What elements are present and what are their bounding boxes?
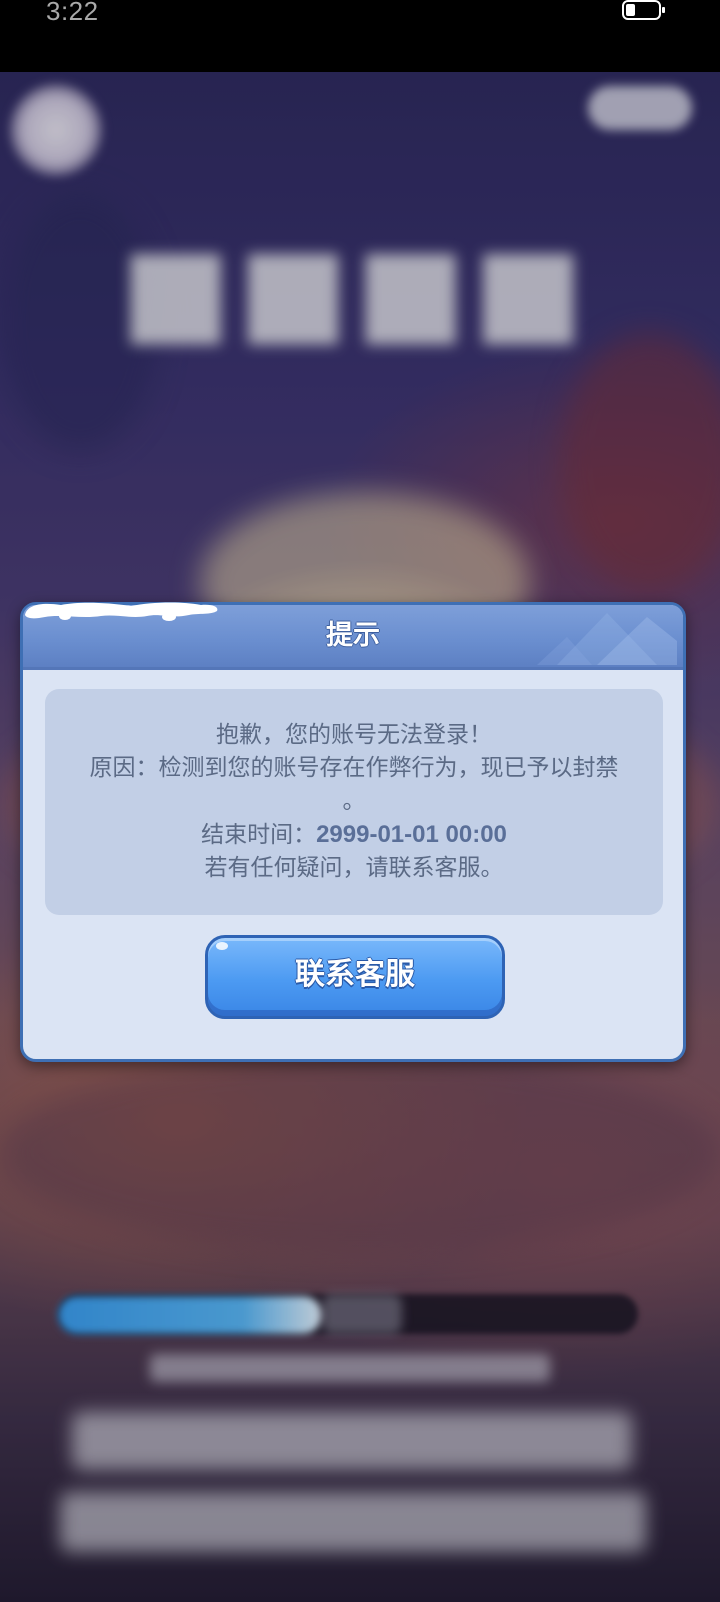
end-time-value: 2999-01-01 00:00 <box>316 821 507 848</box>
message-text: 抱歉，您的账号无法登录！ 原因：检测到您的账号存在作弊行为，现已予以封禁 。 结… <box>45 719 663 885</box>
end-time-label: 结束时间： <box>201 822 317 848</box>
reason-text-end: 。 <box>342 788 366 814</box>
reason-line: 原因：检测到您的账号存在作弊行为，现已予以封禁 。 <box>45 752 663 818</box>
screen: 3:22 ■■■■ 提示 抱歉，您的账号无法登录！ 原因：检测到您的账号存在作弊… <box>0 0 720 1602</box>
apology-line: 抱歉，您的账号无法登录！ <box>216 722 492 748</box>
status-bar: 3:22 <box>0 0 720 72</box>
reason-text: 原因：检测到您的账号存在作弊行为，现已予以封禁 <box>89 755 619 781</box>
message-box: 抱歉，您的账号无法登录！ 原因：检测到您的账号存在作弊行为，现已予以封禁 。 结… <box>45 689 663 915</box>
contact-hint-line: 若有任何疑问，请联系客服。 <box>204 855 504 881</box>
status-time: 3:22 <box>46 0 99 26</box>
battery-icon <box>622 0 665 20</box>
ban-notice-dialog: 提示 抱歉，您的账号无法登录！ 原因：检测到您的账号存在作弊行为，现已予以封禁 … <box>20 602 686 1062</box>
contact-support-label: 联系客服 <box>295 957 415 992</box>
end-time-line: 结束时间：2999-01-01 00:00 <box>45 818 663 852</box>
snow-decoration <box>25 602 218 621</box>
contact-support-button[interactable]: 联系客服 <box>205 935 505 1019</box>
